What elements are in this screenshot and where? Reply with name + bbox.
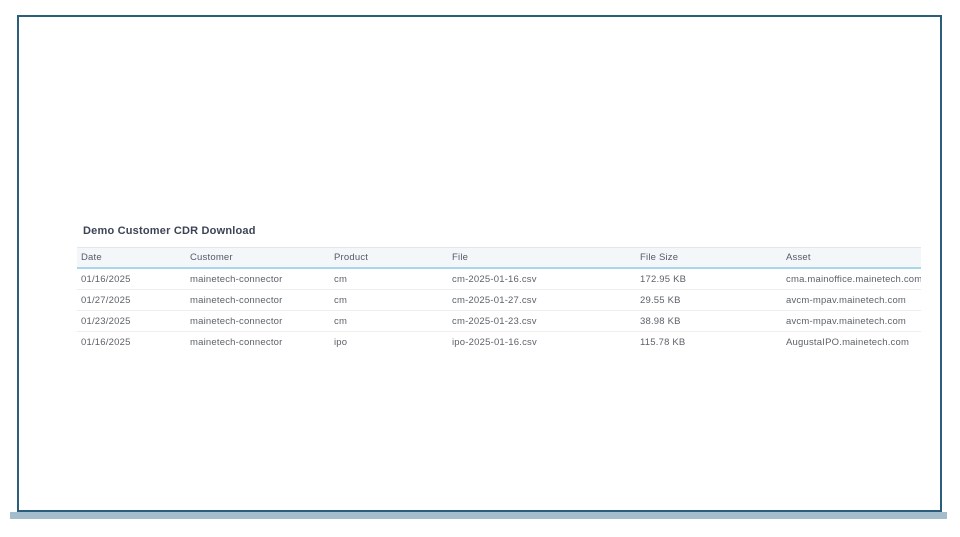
cdr-download-table: Date Customer Product File File Size Asset 01…: [77, 247, 921, 352]
table-cell-file: cm-2025-01-27.csv: [452, 294, 537, 306]
table-cell-file: cm-2025-01-23.csv: [452, 315, 537, 327]
column-header-file: File: [452, 252, 469, 263]
table-cell-asset: avcm-mpav.mainetech.com: [786, 294, 907, 306]
table-cell-customer: mainetech-connector: [190, 315, 283, 327]
table-cell-file_size: 115.78 KB: [640, 336, 686, 348]
table-cell-date: 01/16/2025: [81, 273, 131, 285]
table-cell-customer: mainetech-connector: [190, 336, 283, 348]
table-cell-product: cm: [334, 315, 348, 327]
table-body: 01/16/2025 mainetech-connector cm cm-2025-0…: [77, 269, 921, 352]
table-cell-asset: cma.mainoffice.mainetech.com: [786, 273, 921, 285]
table-cell-date: 01/27/2025: [81, 294, 131, 306]
table-cell-file_size: 38.98 KB: [640, 315, 681, 327]
column-header-asset: Asset: [786, 252, 811, 263]
page-title: Demo Customer CDR Download: [83, 225, 256, 237]
table-cell-file_size: 172.95 KB: [640, 273, 687, 285]
table-cell-product: cm: [334, 273, 348, 285]
table-cell-customer: mainetech-connector: [190, 273, 283, 285]
table-cell-asset: AugustaIPO.mainetech.com: [786, 336, 910, 348]
table-cell-file_size: 29.55 KB: [640, 294, 681, 306]
page-frame: Demo Customer CDR Download Date Customer P…: [17, 15, 942, 512]
column-header-product: Product: [334, 252, 369, 263]
table-row[interactable]: 01/27/2025 mainetech-connector cm cm-2025-0…: [77, 290, 921, 311]
browser-viewport: Demo Customer CDR Download Date Customer P…: [0, 0, 960, 537]
table-cell-date: 01/16/2025: [81, 336, 131, 348]
table-row[interactable]: 01/23/2025 mainetech-connector cm cm-2025-0…: [77, 311, 921, 332]
table-cell-file: ipo-2025-01-16.csv: [452, 336, 537, 348]
table-header-row: Date Customer Product File File Size Asset: [77, 247, 921, 269]
table-row[interactable]: 01/16/2025 mainetech-connector cm cm-2025-0…: [77, 269, 921, 290]
horizontal-scrollbar[interactable]: [10, 512, 947, 519]
table-cell-file: cm-2025-01-16.csv: [452, 273, 537, 285]
table-cell-date: 01/23/2025: [81, 315, 131, 327]
table-cell-asset: avcm-mpav.mainetech.com: [786, 315, 907, 327]
table-cell-product: cm: [334, 294, 348, 306]
table-cell-customer: mainetech-connector: [190, 294, 283, 306]
column-header-customer: Customer: [190, 252, 233, 263]
table-row[interactable]: 01/16/2025 mainetech-connector ipo ipo-2025…: [77, 332, 921, 352]
column-header-date: Date: [81, 252, 102, 263]
table-cell-product: ipo: [334, 336, 348, 348]
column-header-file_size: File Size: [640, 252, 679, 263]
